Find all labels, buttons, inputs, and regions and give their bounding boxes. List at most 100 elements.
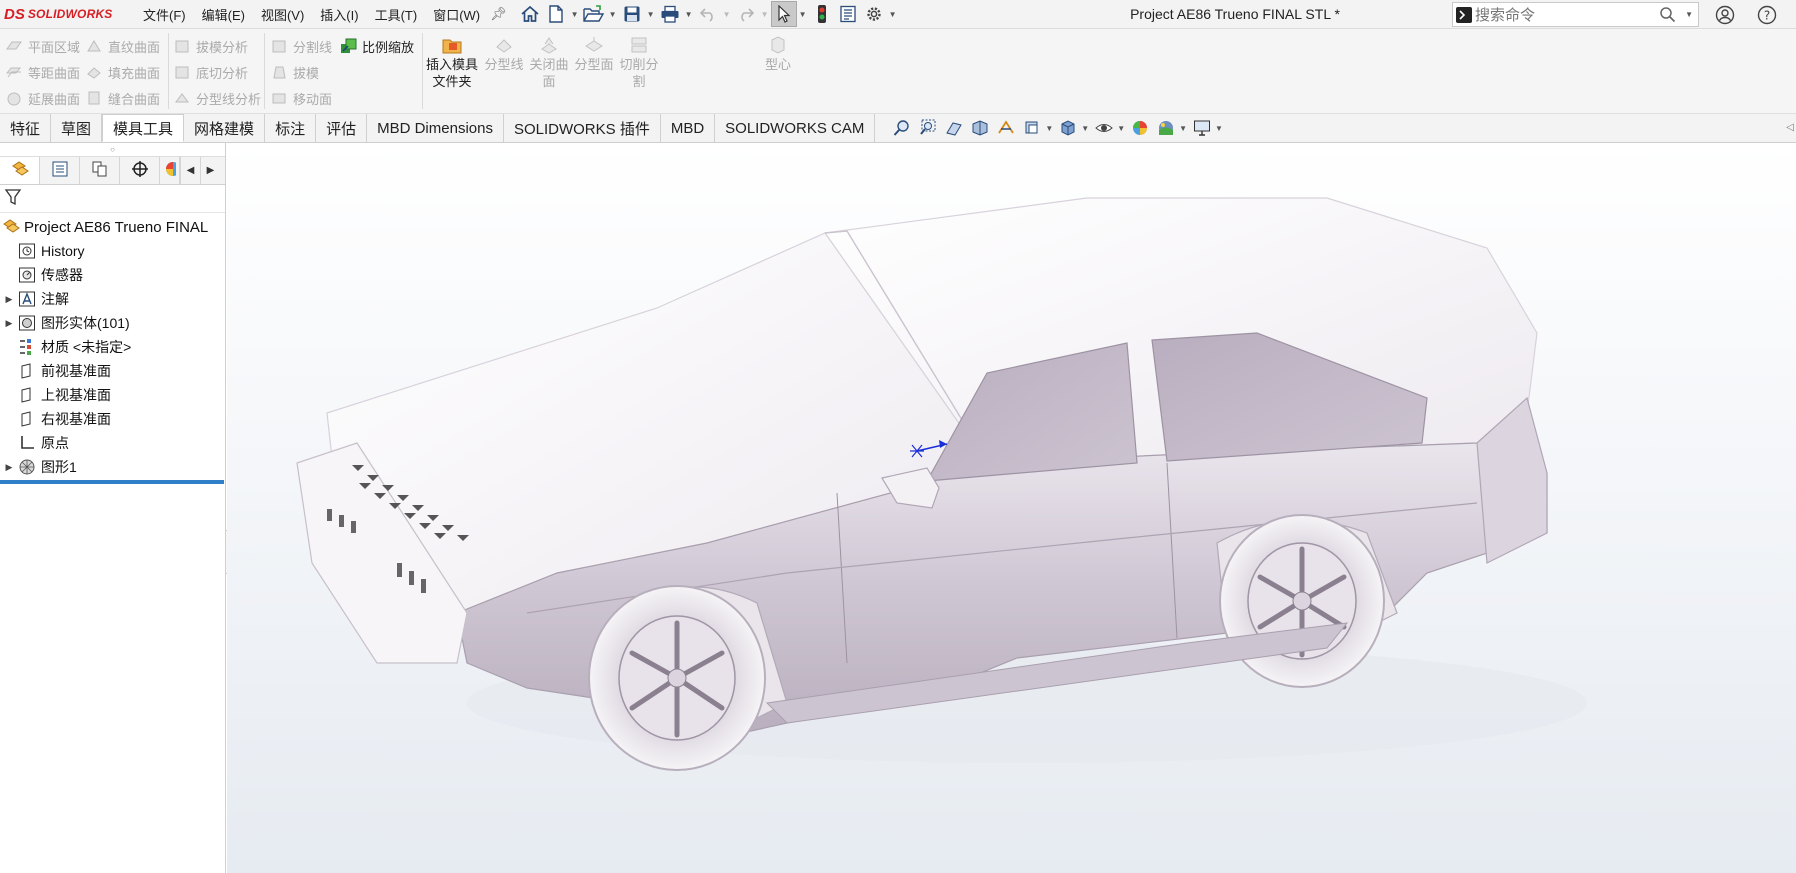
expand-arrow-icon[interactable]: ▶ bbox=[0, 462, 18, 473]
zoom-to-area-icon[interactable] bbox=[915, 115, 941, 141]
planar-surface-button[interactable]: 平面区域 bbox=[6, 33, 80, 59]
apply-scene-dropdown-icon[interactable]: ▼ bbox=[1179, 124, 1187, 133]
featuremanager-tab[interactable] bbox=[0, 157, 40, 184]
task-pane-expand-icon[interactable]: ◁ bbox=[1786, 122, 1794, 133]
tab-mbd[interactable]: MBD bbox=[661, 114, 716, 142]
view-settings-dropdown-icon[interactable]: ▼ bbox=[1215, 124, 1223, 133]
rollback-bar[interactable] bbox=[0, 480, 224, 484]
split-line-button[interactable]: 分割线 bbox=[271, 33, 332, 59]
open-folder-icon[interactable] bbox=[581, 1, 607, 27]
print-dropdown-icon[interactable]: ▼ bbox=[683, 10, 695, 19]
draft-analysis-button[interactable]: 拔模分析 bbox=[174, 33, 261, 59]
previous-view-icon[interactable] bbox=[941, 115, 967, 141]
tree-filter-row[interactable] bbox=[0, 185, 225, 213]
display-style-dropdown-icon[interactable]: ▼ bbox=[1081, 124, 1089, 133]
tab-solidworks-cam[interactable]: SOLIDWORKS CAM bbox=[715, 114, 876, 142]
expand-arrow-icon[interactable]: ▶ bbox=[0, 318, 18, 329]
menu-window[interactable]: 窗口(W) bbox=[425, 5, 488, 24]
ruled-surface-button[interactable]: 直纹曲面 bbox=[86, 33, 160, 59]
options-gear-icon[interactable] bbox=[861, 1, 887, 27]
expand-arrow-icon[interactable]: ▶ bbox=[0, 294, 18, 305]
tree-item-material[interactable]: 材质 <未指定> bbox=[0, 335, 225, 359]
view-orientation-icon[interactable] bbox=[1019, 115, 1045, 141]
parting-line-analysis-button[interactable]: 分型线分析 bbox=[174, 85, 261, 111]
undo-icon[interactable] bbox=[695, 1, 721, 27]
tab-scroll-left-icon[interactable]: ◀ bbox=[180, 157, 200, 184]
scale-button[interactable]: 比例缩放 bbox=[340, 33, 414, 59]
tab-evaluate[interactable]: 评估 bbox=[316, 114, 368, 142]
tree-item-graphics-bodies[interactable]: ▶ 图形实体(101) bbox=[0, 311, 225, 335]
fill-surface-button[interactable]: 填充曲面 bbox=[86, 59, 160, 85]
tooling-split-button[interactable]: 切削分 割 bbox=[613, 35, 665, 90]
edit-appearance-icon[interactable] bbox=[1127, 115, 1153, 141]
view-settings-monitor-icon[interactable] bbox=[1189, 115, 1215, 141]
new-document-icon[interactable] bbox=[543, 1, 569, 27]
search-input[interactable] bbox=[1475, 5, 1645, 24]
search-box[interactable]: ▼ bbox=[1452, 2, 1699, 27]
redo-icon[interactable] bbox=[733, 1, 759, 27]
knit-surface-button[interactable]: 缝合曲面 bbox=[86, 85, 160, 111]
dimxpertmanager-tab[interactable] bbox=[120, 157, 160, 184]
dynamic-annotation-icon[interactable] bbox=[993, 115, 1019, 141]
extend-surface-button[interactable]: 延展曲面 bbox=[6, 85, 80, 111]
search-icon[interactable] bbox=[1659, 6, 1676, 26]
solidworks-logo[interactable]: DS SOLIDWORKS bbox=[0, 0, 135, 29]
tab-mesh-modeling[interactable]: 网格建模 bbox=[184, 114, 266, 142]
tab-solidworks-addins[interactable]: SOLIDWORKS 插件 bbox=[504, 114, 661, 142]
options-dropdown-icon[interactable]: ▼ bbox=[887, 10, 899, 19]
select-dropdown-icon[interactable]: ▼ bbox=[797, 10, 809, 19]
filter-icon[interactable] bbox=[4, 188, 22, 209]
tab-sketch[interactable]: 草图 bbox=[51, 114, 103, 142]
home-icon[interactable] bbox=[517, 1, 543, 27]
print-icon[interactable] bbox=[657, 1, 683, 27]
tab-markup[interactable]: 标注 bbox=[265, 114, 317, 142]
user-account-icon[interactable] bbox=[1713, 3, 1737, 27]
displaymanager-tab[interactable] bbox=[160, 157, 180, 184]
tab-mbd-dimensions[interactable]: MBD Dimensions bbox=[367, 114, 504, 142]
undercut-analysis-button[interactable]: 底切分析 bbox=[174, 59, 261, 85]
insert-mold-folder-button[interactable]: 插入模具 文件夹 bbox=[426, 35, 478, 90]
tree-item-right-plane[interactable]: 右视基准面 bbox=[0, 407, 225, 431]
tree-root-part[interactable]: Project AE86 Trueno FINAL bbox=[0, 215, 225, 239]
file-properties-icon[interactable] bbox=[835, 1, 861, 27]
new-dropdown-icon[interactable]: ▼ bbox=[569, 10, 581, 19]
apply-scene-icon[interactable] bbox=[1153, 115, 1179, 141]
redo-dropdown-icon[interactable]: ▼ bbox=[759, 10, 771, 19]
ae86-car-model[interactable] bbox=[227, 143, 1796, 873]
graphics-area[interactable] bbox=[227, 143, 1796, 873]
pin-icon[interactable]: 📌︎ bbox=[490, 6, 507, 22]
hide-show-dropdown-icon[interactable]: ▼ bbox=[1117, 124, 1125, 133]
tree-item-mesh-graphic[interactable]: ▶ 图形1 bbox=[0, 455, 225, 479]
select-cursor-icon[interactable] bbox=[770, 1, 797, 27]
open-dropdown-icon[interactable]: ▼ bbox=[607, 10, 619, 19]
menu-insert[interactable]: 插入(I) bbox=[312, 5, 366, 24]
undo-dropdown-icon[interactable]: ▼ bbox=[721, 10, 733, 19]
hide-show-items-icon[interactable] bbox=[1091, 115, 1117, 141]
menu-view[interactable]: 视图(V) bbox=[253, 5, 312, 24]
tab-features[interactable]: 特征 bbox=[0, 114, 52, 142]
tree-item-history[interactable]: History bbox=[0, 239, 225, 263]
view-orientation-dropdown-icon[interactable]: ▼ bbox=[1045, 124, 1053, 133]
section-view-icon[interactable] bbox=[967, 115, 993, 141]
offset-surface-button[interactable]: 等距曲面 bbox=[5, 59, 80, 85]
tab-mold-tools[interactable]: 模具工具 bbox=[102, 114, 185, 142]
save-dropdown-icon[interactable]: ▼ bbox=[645, 10, 657, 19]
help-icon[interactable]: ? bbox=[1755, 3, 1779, 27]
save-icon[interactable] bbox=[619, 1, 645, 27]
search-dropdown-icon[interactable]: ▼ bbox=[1685, 10, 1693, 19]
tree-item-sensors[interactable]: 传感器 bbox=[0, 263, 225, 287]
draft-button[interactable]: 拔模 bbox=[271, 59, 332, 85]
panel-splitter[interactable]: ○ bbox=[0, 143, 225, 157]
zoom-to-fit-icon[interactable] bbox=[889, 115, 915, 141]
configurationmanager-tab[interactable] bbox=[80, 157, 120, 184]
display-style-icon[interactable] bbox=[1055, 115, 1081, 141]
move-face-button[interactable]: 移动面 bbox=[271, 85, 332, 111]
tree-item-annotations[interactable]: ▶ 注解 bbox=[0, 287, 225, 311]
propertymanager-tab[interactable] bbox=[40, 157, 80, 184]
tree-item-top-plane[interactable]: 上视基准面 bbox=[0, 383, 225, 407]
core-button[interactable]: 型心 bbox=[752, 35, 804, 73]
menu-tools[interactable]: 工具(T) bbox=[367, 5, 426, 24]
menu-file[interactable]: 文件(F) bbox=[135, 5, 194, 24]
menu-edit[interactable]: 编辑(E) bbox=[194, 5, 253, 24]
tree-item-origin[interactable]: 原点 bbox=[0, 431, 225, 455]
